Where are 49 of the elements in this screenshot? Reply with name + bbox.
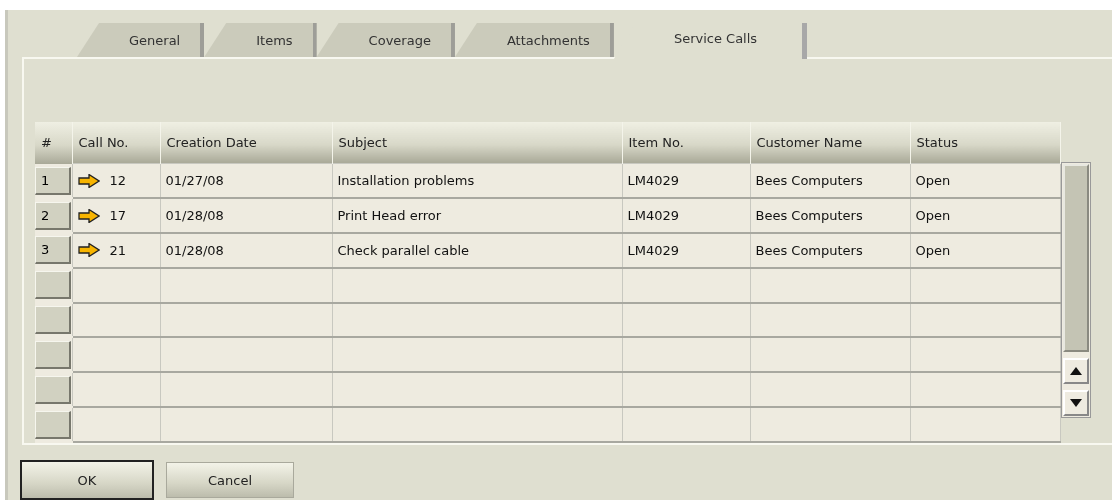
cancel-button[interactable]: Cancel [166,462,294,498]
subject-cell: Check parallel cable [332,233,622,268]
tab[interactable]: Service Calls [613,23,808,59]
subject-cell: Installation problems [332,163,622,199]
item-number-cell: LM4029 [622,163,750,199]
subject-cell: Print Head error [332,198,622,233]
scroll-up-button[interactable] [1062,358,1089,384]
arrow-icon[interactable] [77,243,100,258]
column-header[interactable]: Call No. [72,122,160,164]
date-cell: 01/27/08 [160,163,332,199]
tab[interactable]: General [77,23,205,57]
ok-button[interactable]: OK [20,460,154,500]
date-cell: 01/28/08 [160,233,332,268]
down-triangle-icon [1069,399,1082,407]
tab[interactable]: Coverage [316,23,455,57]
row-header-button[interactable]: 2 [35,201,71,230]
tab[interactable]: Attachments [454,23,614,57]
arrow-icon[interactable] [77,173,100,188]
column-header[interactable]: Creation Date [160,122,332,164]
row-header-button[interactable] [35,271,71,300]
up-triangle-icon [1069,367,1082,375]
call-number: 17 [109,208,127,224]
column-header[interactable]: # [35,122,72,164]
status-cell: Open [910,198,1060,233]
scrollbar[interactable] [1060,162,1091,418]
tab[interactable]: Items [204,23,317,57]
status-cell: Open [910,233,1060,268]
call-number: 21 [109,242,127,258]
row-header-button[interactable]: 1 [35,166,71,195]
column-header[interactable]: Item No. [622,122,750,164]
date-cell: 01/28/08 [160,198,332,233]
status-cell: Open [910,163,1060,199]
scrollbar-thumb[interactable] [1062,164,1089,352]
call-number: 12 [109,173,127,189]
scroll-down-button[interactable] [1062,390,1089,416]
item-number-cell: LM4029 [622,233,750,268]
customer-cell: Bees Computers [750,198,910,233]
row-header-button[interactable]: 3 [35,236,71,265]
row-header-button[interactable] [35,375,71,404]
arrow-icon[interactable] [77,208,100,223]
customer-cell: Bees Computers [750,163,910,199]
row-header-button[interactable] [35,306,71,335]
column-header[interactable]: Status [910,122,1060,164]
column-header[interactable]: Customer Name [750,122,910,164]
row-header-button[interactable] [35,410,71,439]
row-header-button[interactable] [35,340,71,369]
customer-cell: Bees Computers [750,233,910,268]
item-number-cell: LM4029 [622,198,750,233]
column-header[interactable]: Subject [332,122,622,164]
